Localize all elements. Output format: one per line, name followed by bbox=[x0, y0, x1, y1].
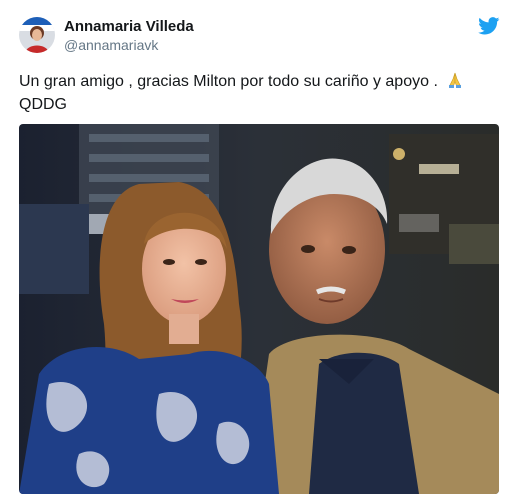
tweet-text-tail: QDDG bbox=[19, 96, 67, 113]
tweet-photo[interactable] bbox=[19, 124, 499, 494]
praying-hands-icon bbox=[449, 72, 462, 88]
tweet-card: Annamaria Villeda @annamariavk Un gran a… bbox=[0, 0, 512, 495]
author-name[interactable]: Annamaria Villeda bbox=[64, 18, 194, 35]
tweet-text: Un gran amigo , gracias Milton por todo … bbox=[19, 70, 489, 116]
photo-image bbox=[19, 124, 499, 494]
avatar-image bbox=[19, 17, 55, 53]
twitter-bird-icon[interactable] bbox=[478, 17, 500, 35]
author-handle[interactable]: @annamariavk bbox=[64, 37, 158, 53]
avatar[interactable] bbox=[19, 17, 55, 53]
tweet-text-main: Un gran amigo , gracias Milton por todo … bbox=[19, 73, 438, 90]
